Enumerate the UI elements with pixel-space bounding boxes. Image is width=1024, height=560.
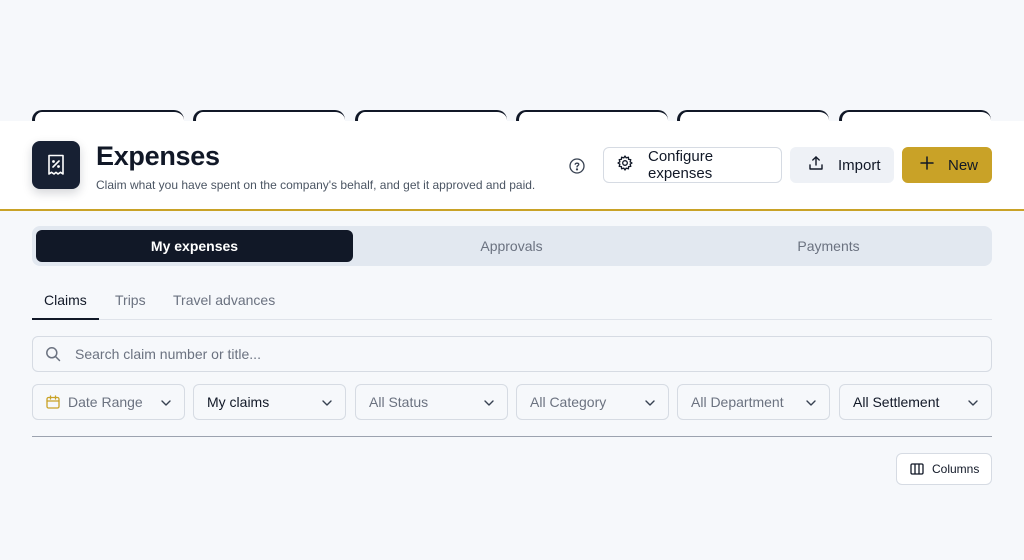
configure-expenses-label: Configure expenses	[648, 148, 714, 182]
chevron-down-icon	[805, 396, 817, 412]
chevron-down-icon	[483, 396, 495, 412]
department-label: All Department	[691, 394, 784, 410]
new-label: New	[948, 156, 979, 174]
plus-icon	[920, 156, 934, 174]
segment-payments[interactable]: Payments	[670, 230, 987, 262]
department-filter[interactable]: All Department	[677, 384, 830, 420]
claims-scope-filter[interactable]: My claims	[193, 384, 346, 420]
receipt-icon	[32, 141, 80, 189]
calendar-icon	[46, 395, 60, 409]
page-title: Expenses	[96, 141, 220, 171]
sub-tabs: Claims Trips Travel advances	[32, 288, 992, 320]
gear-icon	[617, 155, 633, 175]
settlement-filter[interactable]: All Settlement	[839, 384, 992, 420]
search-input[interactable]	[75, 346, 955, 362]
columns-button[interactable]: Columns	[896, 453, 992, 485]
status-filter[interactable]: All Status	[355, 384, 508, 420]
status-label: All Status	[369, 394, 429, 410]
new-button[interactable]: New	[902, 147, 992, 183]
date-range-label: Date Range	[68, 394, 143, 410]
segment-approvals[interactable]: Approvals	[353, 230, 670, 262]
help-icon[interactable]	[567, 156, 586, 175]
chevron-down-icon	[160, 396, 172, 412]
view-switcher: My expenses Approvals Payments	[32, 226, 992, 266]
search-icon	[45, 346, 61, 362]
segment-my-expenses[interactable]: My expenses	[36, 230, 353, 262]
configure-expenses-button[interactable]: Configure expenses	[603, 147, 782, 183]
settlement-label: All Settlement	[853, 394, 940, 410]
import-label: Import	[838, 156, 881, 174]
chevron-down-icon	[321, 396, 333, 412]
page-header: Expenses Claim what you have spent on th…	[0, 121, 1024, 211]
page-subtitle: Claim what you have spent on the company…	[96, 178, 536, 192]
search-box	[32, 336, 992, 372]
divider	[32, 436, 992, 437]
claims-scope-label: My claims	[207, 394, 270, 410]
import-button[interactable]: Import	[790, 147, 894, 183]
upload-icon	[808, 155, 824, 175]
columns-label: Columns	[932, 462, 980, 476]
chevron-down-icon	[644, 396, 656, 412]
tab-claims[interactable]: Claims	[32, 292, 99, 320]
date-range-filter[interactable]: Date Range	[32, 384, 185, 420]
tab-travel-advances[interactable]: Travel advances	[173, 292, 275, 320]
category-label: All Category	[530, 394, 607, 410]
chevron-down-icon	[967, 396, 979, 412]
tab-trips[interactable]: Trips	[115, 292, 146, 320]
category-filter[interactable]: All Category	[516, 384, 669, 420]
columns-icon	[910, 462, 924, 476]
